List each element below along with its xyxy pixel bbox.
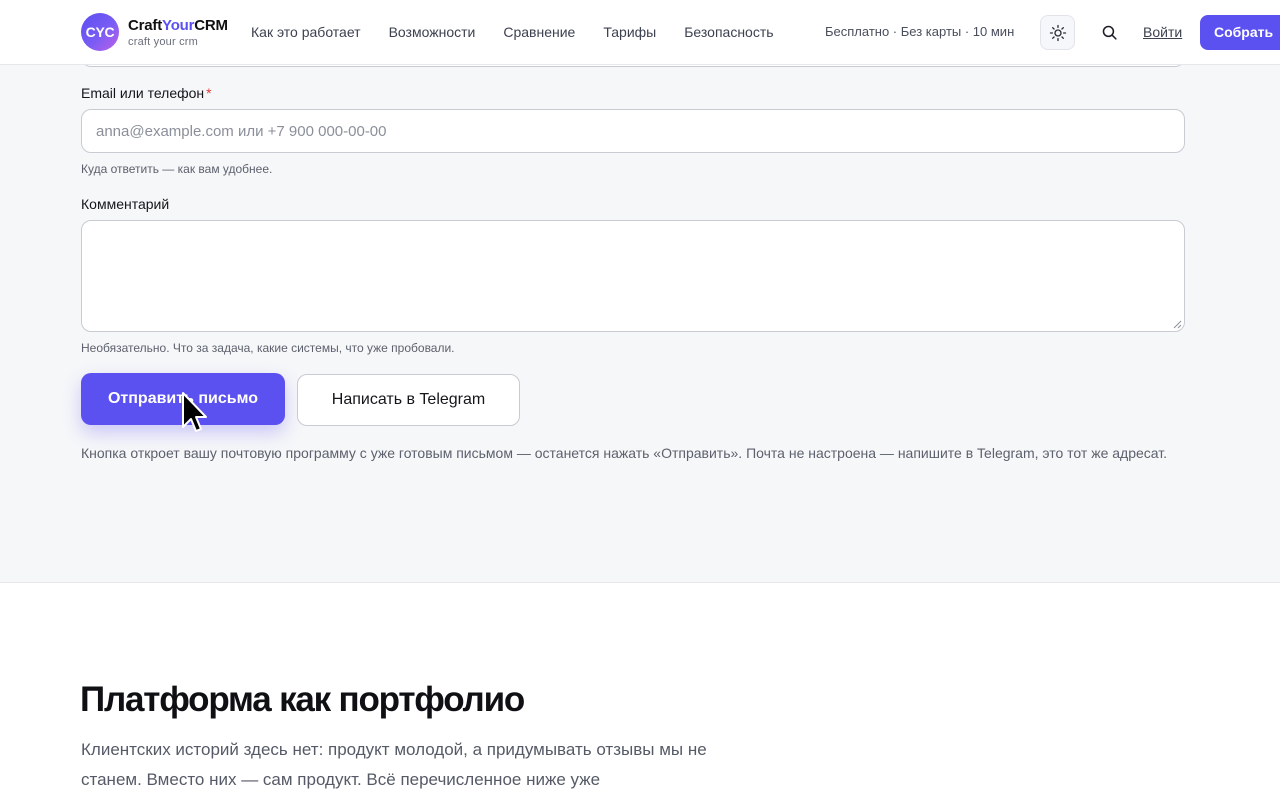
contact-field-label: Email или телефон * [81,85,212,101]
nav-security[interactable]: Безопасность [684,24,773,40]
login-link[interactable]: Войти [1143,24,1182,40]
logo-text: CYC [85,24,115,40]
logo[interactable]: CYC [81,13,119,51]
comment-field-label: Комментарий [81,196,170,212]
search-button[interactable] [1097,20,1121,44]
contact-field-label-text: Email или телефон [81,85,205,101]
brand-name[interactable]: CraftYourCRM [128,17,228,34]
resize-grip-icon[interactable] [1173,320,1182,329]
portfolio-title: Платформа как портфолио [80,680,525,719]
theme-toggle-button[interactable] [1040,15,1075,50]
header-offer-note: Бесплатно · Без карты · 10 мин [825,24,1015,39]
form-note: Кнопка откроет вашу почтовую программу с… [81,445,1168,461]
site-header: CYC CraftYourCRM craft your crm Как это … [0,0,1280,65]
brand-name-part2: CRM [194,17,228,34]
brand-name-accent: Your [162,17,195,34]
portfolio-lead: Клиентских историй здесь нет: продукт мо… [81,740,707,789]
portfolio-section: Платформа как портфолио Клиентских истор… [0,584,1280,800]
comment-hint: Необязательно. Что за задача, какие сист… [81,341,455,355]
nav-features[interactable]: Возможности [389,24,476,40]
required-mark: * [206,85,212,101]
nav-pricing[interactable]: Тарифы [603,24,656,40]
nav-how-it-works[interactable]: Как это работает [251,24,361,40]
brand-tagline: craft your crm [128,36,199,48]
telegram-button[interactable]: Написать в Telegram [297,374,520,426]
contact-input[interactable] [81,109,1185,153]
brand-name-part1: Craft [128,17,163,34]
send-email-button[interactable]: Отправить письмо [81,373,285,425]
cta-build-button[interactable]: Собрать [1200,15,1280,50]
nav-comparison[interactable]: Сравнение [503,24,575,40]
main-nav: Как это работает Возможности Сравнение Т… [251,24,802,40]
sun-icon [1049,24,1066,41]
contact-hint: Куда ответить — как вам удобнее. [81,162,273,176]
contact-form-section: Email или телефон* Куда ответить — как в… [0,43,1280,583]
search-icon [1102,25,1117,40]
comment-textarea[interactable] [81,220,1185,332]
